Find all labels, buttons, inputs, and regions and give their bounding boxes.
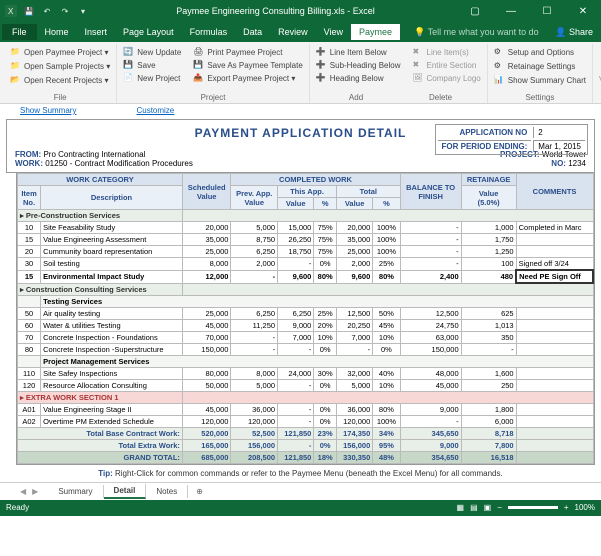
setup-options[interactable]: ⚙Setup and Options <box>492 46 588 59</box>
menu-review[interactable]: Review <box>270 27 316 37</box>
tab-notes[interactable]: Notes <box>146 485 188 498</box>
menu-view[interactable]: View <box>316 27 351 37</box>
zoom-slider[interactable] <box>508 506 558 509</box>
show-summary-link[interactable]: Show Summary <box>20 106 76 115</box>
print-icon: 🖨 <box>193 47 204 58</box>
update-icon: 🔄 <box>123 47 134 58</box>
chart-icon: 📊 <box>494 75 505 86</box>
line-icon: ✖ <box>413 47 424 58</box>
logo-icon: 🖼 <box>413 73 424 84</box>
menubar: File Home Insert Page Layout Formulas Da… <box>0 22 601 42</box>
menu-paymee[interactable]: Paymee <box>351 24 400 40</box>
save-icon[interactable]: 💾 <box>22 4 36 18</box>
print-paymee[interactable]: 🖨Print Paymee Project <box>191 46 304 59</box>
zoom-in-button[interactable]: + <box>564 503 569 512</box>
del-line-items[interactable]: ✖Line Item(s) <box>411 46 483 59</box>
open-paymee-project[interactable]: 📁Open Paymee Project ▾ <box>8 46 112 59</box>
excel-icon: X <box>4 4 18 18</box>
window-title: Paymee Engineering Consulting Billing.xl… <box>90 6 461 16</box>
open-sample-projects[interactable]: 📁Open Sample Projects ▾ <box>8 60 112 73</box>
tab-detail[interactable]: Detail <box>104 484 147 499</box>
folder-icon: 📁 <box>10 61 21 72</box>
menu-data[interactable]: Data <box>235 27 270 37</box>
titlebar: X 💾 ↶ ↷ ▾ Paymee Engineering Consulting … <box>0 0 601 22</box>
menu-page-layout[interactable]: Page Layout <box>115 27 182 37</box>
open-recent-projects[interactable]: 📂Open Recent Projects ▾ <box>8 74 112 87</box>
ribbon: 📁Open Paymee Project ▾ 📁Open Sample Proj… <box>0 42 601 104</box>
folder-icon: 📁 <box>10 47 21 58</box>
new-icon: 📄 <box>123 73 134 84</box>
save-icon: 💾 <box>193 60 204 71</box>
group-project-label: Project <box>121 92 305 103</box>
ribbon-options-icon[interactable]: ▢ <box>461 6 489 17</box>
group-settings-label: Settings <box>492 92 588 103</box>
maximize-button[interactable]: ☐ <box>533 6 561 17</box>
new-update[interactable]: 🔄New Update <box>121 46 183 59</box>
payment-grid[interactable]: WORK CATEGORYScheduled ValueCOMPLETED WO… <box>16 173 595 465</box>
status-ready: Ready <box>6 503 29 512</box>
group-add-label: Add <box>314 92 399 103</box>
show-summary-chart[interactable]: 📊Show Summary Chart <box>492 74 588 87</box>
del-logo[interactable]: 🖼Company Logo <box>411 72 483 85</box>
gear-icon: ⚙ <box>494 47 505 58</box>
group-file-label: File <box>8 92 112 103</box>
add-subheading[interactable]: ➕Sub-Heading Below <box>314 59 403 72</box>
minimize-button[interactable]: — <box>497 6 525 17</box>
retainage-settings[interactable]: ⚙Retainage Settings <box>492 60 588 73</box>
view-break-icon[interactable]: ▣ <box>484 503 492 512</box>
tab-summary[interactable]: Summary <box>48 485 103 498</box>
undo-icon[interactable]: ↶ <box>40 4 54 18</box>
menu-home[interactable]: Home <box>37 27 77 37</box>
menu-formulas[interactable]: Formulas <box>182 27 236 37</box>
new-project[interactable]: 📄New Project <box>121 72 183 85</box>
add-line-item[interactable]: ➕Line Item Below <box>314 46 403 59</box>
share-button[interactable]: 👤 Share <box>555 27 599 38</box>
doc-header: PAYMENT APPLICATION DETAIL APPLICATION N… <box>6 119 595 173</box>
save-icon: 💾 <box>123 60 134 71</box>
export-paymee[interactable]: 📤Export Paymee Project ▾ <box>191 72 304 85</box>
qat-more-icon[interactable]: ▾ <box>76 4 90 18</box>
save-project[interactable]: 💾Save <box>121 59 183 72</box>
save-as-template[interactable]: 💾Save As Paymee Template <box>191 59 304 72</box>
tab-nav-next[interactable]: ▶ <box>32 487 48 496</box>
line-icon: ➕ <box>316 47 327 58</box>
quick-access-toolbar: X 💾 ↶ ↷ ▾ <box>4 4 90 18</box>
export-icon: 📤 <box>193 73 204 84</box>
folder-icon: 📂 <box>10 75 21 86</box>
subhead-icon: ➕ <box>316 60 327 71</box>
del-section[interactable]: ✖Entire Section <box>411 59 483 72</box>
section-icon: ✖ <box>413 60 424 71</box>
close-button[interactable]: ✕ <box>569 6 597 17</box>
view-find-button[interactable]: 🔍 View and Find ▾ <box>593 44 601 103</box>
tell-me-input[interactable]: 💡 Tell me what you want to do <box>400 27 555 38</box>
tip-text: Tip: Right-Click for common commands or … <box>6 465 595 482</box>
summary-links: Show Summary Customize <box>0 104 601 117</box>
tab-add-button[interactable]: ⊕ <box>188 485 211 498</box>
zoom-level: 100% <box>575 503 595 512</box>
settings-icon: ⚙ <box>494 61 505 72</box>
view-layout-icon[interactable]: ▤ <box>470 503 478 512</box>
redo-icon[interactable]: ↷ <box>58 4 72 18</box>
sheet-tabs: ◀ ▶ Summary Detail Notes ⊕ <box>0 482 601 500</box>
group-delete-label: Delete <box>398 92 483 103</box>
svg-text:X: X <box>8 7 14 16</box>
menu-file[interactable]: File <box>2 24 37 40</box>
view-normal-icon[interactable]: ▦ <box>457 503 465 512</box>
tab-nav-prev[interactable]: ◀ <box>20 487 32 496</box>
statusbar: Ready ▦ ▤ ▣ − + 100% <box>0 500 601 516</box>
add-heading[interactable]: ➕Heading Below <box>314 72 403 85</box>
customize-link[interactable]: Customize <box>136 106 174 115</box>
heading-icon: ➕ <box>316 73 327 84</box>
menu-insert[interactable]: Insert <box>77 27 116 37</box>
app-info-box: APPLICATION NO2 FOR PERIOD ENDING:Mar 1,… <box>435 124 588 155</box>
zoom-out-button[interactable]: − <box>497 503 502 512</box>
